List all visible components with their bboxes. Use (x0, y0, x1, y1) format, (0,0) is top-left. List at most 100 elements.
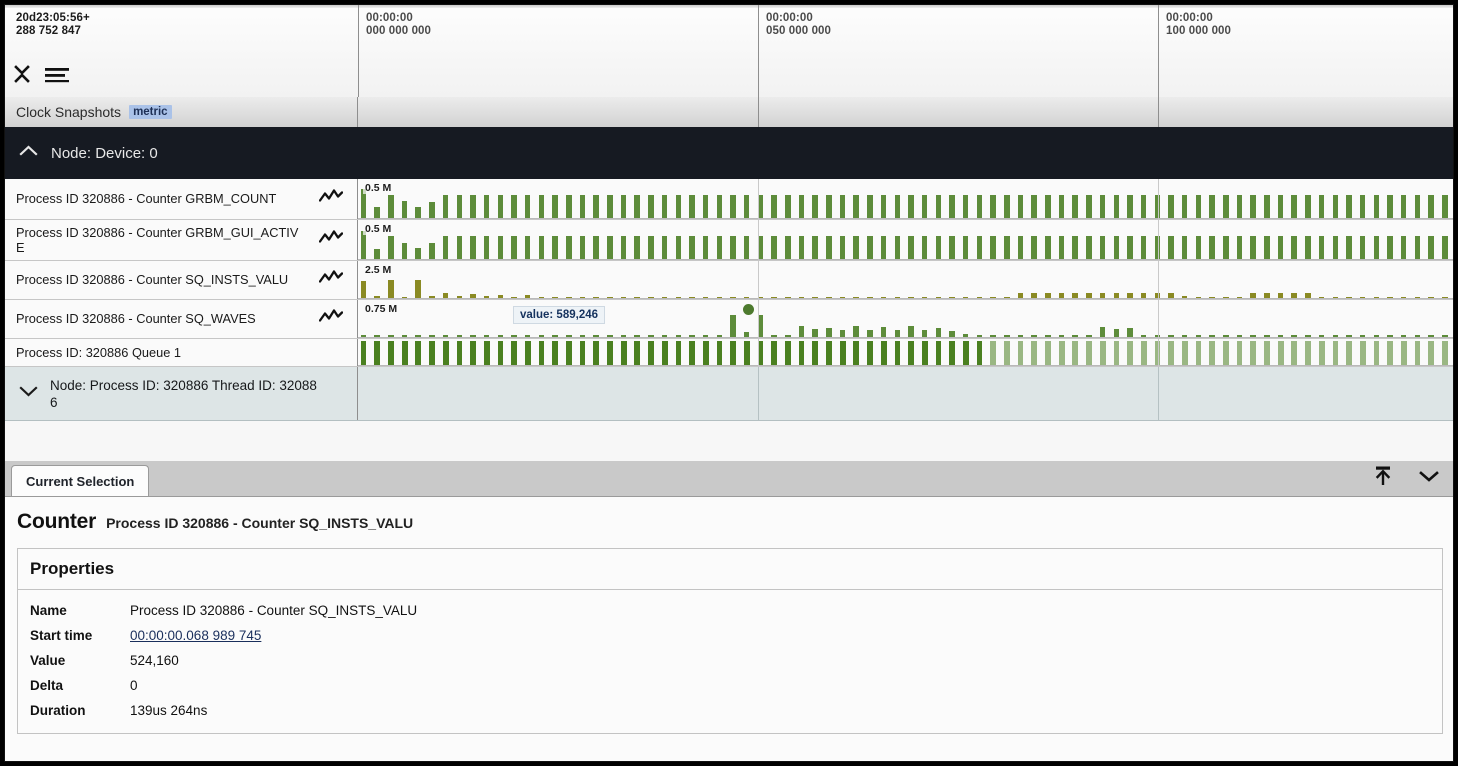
track-baseline (358, 218, 1453, 219)
dock-to-top-icon[interactable] (1371, 464, 1395, 493)
property-row: NameProcess ID 320886 - Counter SQ_INSTS… (18, 598, 417, 623)
counter-chart-icon[interactable] (319, 270, 343, 291)
property-key: Value (18, 648, 122, 673)
track-scale-label: 0.75 M (363, 303, 399, 315)
property-key: Duration (18, 698, 122, 723)
timeline-tick-label-0: 00:00:00 000 000 000 (366, 12, 758, 37)
track-baseline (358, 298, 1453, 299)
property-value-link[interactable]: 00:00:00.068 989 745 (130, 628, 261, 643)
track-plot-area[interactable]: 0.5 M (358, 220, 1453, 260)
clock-snapshots-label-cell: Clock Snapshots metric (5, 97, 358, 127)
clock-gridline-2 (1158, 97, 1159, 127)
property-row: Start time 00:00:00.068 989 745 (18, 623, 417, 648)
track-row[interactable]: Process ID 320886 - Counter GRBM_COUNT 0.… (5, 179, 1453, 220)
track-gridline-0 (758, 179, 759, 219)
track-plot-area[interactable]: 0.75 M value: 589,246 (358, 300, 1453, 338)
list-menu-icon[interactable] (44, 65, 70, 88)
detail-panel: Current Selection Counter (5, 461, 1453, 761)
property-value: 0 (122, 673, 417, 698)
detail-kind-label: Counter (17, 510, 96, 534)
timeline-tick-cell-1: 00:00:00 050 000 000 (758, 5, 1158, 97)
track-gridline-0 (758, 300, 759, 338)
property-row: Value524,160 (18, 648, 417, 673)
track-name-label: Process ID 320886 - Counter SQ_INSTS_VAL… (5, 272, 306, 288)
track-list: Process ID 320886 - Counter GRBM_COUNT 0.… (5, 179, 1453, 428)
trace-viewer-window: 20d23:05:56+ 288 752 847 00:00:00 000 00… (4, 4, 1454, 762)
selected-sample-marker[interactable] (743, 304, 754, 315)
property-value: 139us 264ns (122, 698, 417, 723)
chevron-down-icon[interactable] (1417, 468, 1441, 489)
track-label-cell[interactable]: Process ID: 320886 Queue 1 (5, 339, 358, 366)
track-gridline-1 (1158, 179, 1159, 219)
property-row: Duration139us 264ns (18, 698, 417, 723)
timeline-header: 20d23:05:56+ 288 752 847 00:00:00 000 00… (5, 5, 1453, 98)
chevron-up-icon[interactable] (19, 144, 38, 162)
track-label-cell[interactable]: Process ID 320886 - Counter SQ_INSTS_VAL… (5, 261, 358, 299)
track-baseline (358, 337, 1453, 338)
track-bars (358, 220, 1453, 260)
chevron-down-icon[interactable] (19, 385, 38, 403)
property-value: Process ID 320886 - Counter SQ_INSTS_VAL… (122, 598, 417, 623)
collapse-all-icon[interactable] (13, 63, 31, 90)
property-value[interactable]: 00:00:00.068 989 745 (122, 623, 417, 648)
property-value: 524,160 (122, 648, 417, 673)
track-plot-area[interactable] (358, 339, 1453, 366)
track-scale-label: 2.5 M (363, 264, 393, 276)
track-label-cell[interactable]: Process ID 320886 - Counter GRBM_COUNT (5, 179, 358, 219)
track-name-label: Process ID 320886 - Counter SQ_WAVES (5, 311, 306, 327)
group-gridline-1 (1158, 367, 1159, 420)
track-row[interactable]: Process ID: 320886 Queue 1 (5, 339, 1453, 367)
track-plot-area[interactable]: 0.5 M (358, 179, 1453, 219)
track-gridline-0 (758, 220, 759, 260)
detail-panel-tools (1371, 461, 1441, 496)
track-label-cell[interactable]: Process ID 320886 - Counter SQ_WAVES (5, 300, 358, 338)
property-key: Name (18, 598, 122, 623)
timeline-tick-label-1: 00:00:00 050 000 000 (766, 12, 1158, 37)
metric-badge: metric (129, 105, 172, 119)
node-thread-plot-area (358, 367, 1453, 420)
track-baseline (358, 365, 1453, 366)
detail-header: Counter Process ID 320886 - Counter SQ_I… (5, 497, 1453, 544)
track-bars (358, 261, 1453, 299)
track-label-cell[interactable]: Process ID 320886 - Counter GRBM_GUI_ACT… (5, 220, 358, 260)
detail-subject-label: Process ID 320886 - Counter SQ_INSTS_VAL… (106, 515, 413, 531)
clock-snapshots-label: Clock Snapshots (16, 104, 121, 120)
timeline-tick-cell-0: 00:00:00 000 000 000 (358, 5, 758, 97)
clock-snapshots-row[interactable]: Clock Snapshots metric (5, 97, 1453, 128)
counter-chart-icon[interactable] (319, 189, 343, 210)
track-plot-area[interactable]: 2.5 M (358, 261, 1453, 299)
counter-chart-icon[interactable] (319, 230, 343, 251)
track-gridline-1 (1158, 261, 1159, 299)
timeline-tick-cell-2: 00:00:00 100 000 000 (1158, 5, 1453, 97)
node-device-group-row[interactable]: Node: Device: 0 (5, 127, 1453, 179)
node-thread-label: Node: Process ID: 320886 Thread ID: 3208… (50, 377, 322, 411)
properties-box: Properties NameProcess ID 320886 - Count… (17, 548, 1443, 734)
track-gridline-1 (1158, 300, 1159, 338)
track-name-label: Process ID 320886 - Counter GRBM_GUI_ACT… (5, 225, 306, 256)
node-thread-label-cell[interactable]: Node: Process ID: 320886 Thread ID: 3208… (5, 367, 358, 420)
tab-current-selection[interactable]: Current Selection (11, 465, 149, 496)
track-row[interactable]: Process ID 320886 - Counter GRBM_GUI_ACT… (5, 220, 1453, 261)
properties-title: Properties (18, 549, 1442, 590)
track-bars (358, 179, 1453, 219)
track-row[interactable]: Process ID 320886 - Counter SQ_WAVES 0.75… (5, 300, 1453, 339)
track-scale-label: 0.5 M (363, 182, 393, 194)
track-bars (358, 339, 1453, 366)
track-gridline-1 (1158, 339, 1159, 366)
property-row: Delta0 (18, 673, 417, 698)
track-name-label: Process ID 320886 - Counter GRBM_COUNT (5, 191, 306, 207)
timeline-header-toolbar (13, 63, 70, 90)
track-baseline (358, 259, 1453, 260)
tab-current-selection-label: Current Selection (26, 474, 134, 489)
track-gridline-0 (758, 339, 759, 366)
node-thread-group-row[interactable]: Node: Process ID: 320886 Thread ID: 3208… (5, 367, 1453, 421)
track-row[interactable]: Process ID 320886 - Counter SQ_INSTS_VAL… (5, 261, 1453, 300)
timeline-origin-label: 20d23:05:56+ 288 752 847 (16, 12, 358, 37)
timeline-tick-label-2: 00:00:00 100 000 000 (1166, 12, 1453, 37)
detail-tab-bar: Current Selection (5, 461, 1453, 497)
counter-chart-icon[interactable] (319, 309, 343, 330)
property-key: Start time (18, 623, 122, 648)
track-gridline-0 (758, 261, 759, 299)
group-gridline-0 (758, 367, 759, 420)
value-tooltip: value: 589,246 (513, 306, 605, 324)
